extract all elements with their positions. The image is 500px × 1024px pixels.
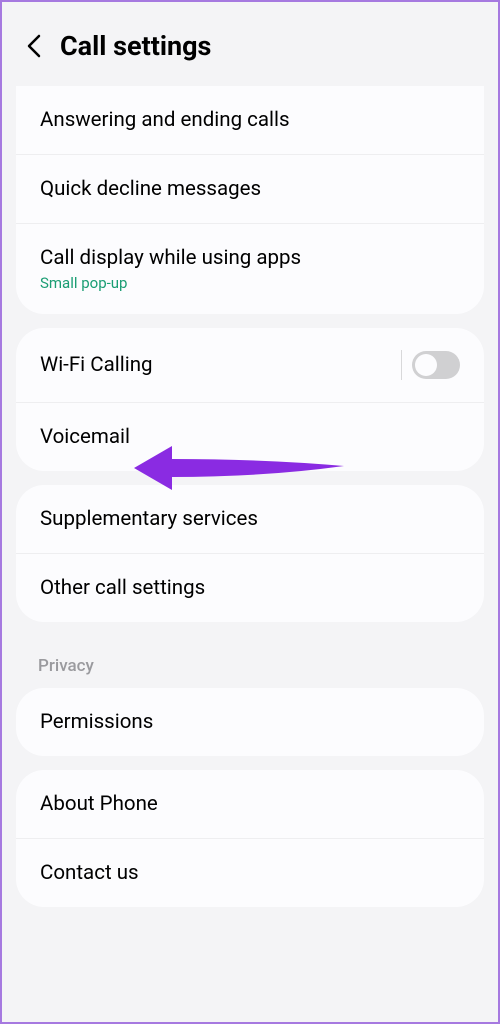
- item-label: Other call settings: [40, 576, 460, 600]
- item-label: Wi-Fi Calling: [40, 353, 153, 377]
- privacy-header: Privacy: [2, 636, 498, 688]
- section-other: Supplementary services Other call settin…: [16, 485, 484, 622]
- item-label: Voicemail: [40, 425, 460, 449]
- section-wifi-voicemail: Wi-Fi Calling Voicemail: [16, 328, 484, 471]
- item-supplementary-services[interactable]: Supplementary services: [16, 485, 484, 554]
- toggle-divider: [401, 350, 402, 380]
- header: Call settings: [2, 2, 498, 86]
- item-answering-ending[interactable]: Answering and ending calls: [16, 86, 484, 155]
- item-about-phone[interactable]: About Phone: [16, 770, 484, 839]
- item-permissions[interactable]: Permissions: [16, 688, 484, 756]
- item-label: Supplementary services: [40, 507, 460, 531]
- toggle-knob: [415, 354, 437, 376]
- item-label: Quick decline messages: [40, 177, 460, 201]
- section-calls: Answering and ending calls Quick decline…: [16, 86, 484, 314]
- item-voicemail[interactable]: Voicemail: [16, 403, 484, 471]
- wifi-calling-toggle[interactable]: [412, 351, 460, 379]
- toggle-group: [401, 350, 460, 380]
- back-icon[interactable]: [26, 33, 42, 59]
- item-contact-us[interactable]: Contact us: [16, 839, 484, 907]
- item-label: About Phone: [40, 792, 460, 816]
- item-label: Call display while using apps: [40, 246, 460, 270]
- section-about: About Phone Contact us: [16, 770, 484, 907]
- item-quick-decline[interactable]: Quick decline messages: [16, 155, 484, 224]
- item-label: Permissions: [40, 710, 460, 734]
- item-call-display[interactable]: Call display while using apps Small pop-…: [16, 224, 484, 314]
- page-title: Call settings: [60, 30, 211, 62]
- item-label: Contact us: [40, 861, 460, 885]
- item-other-call-settings[interactable]: Other call settings: [16, 554, 484, 622]
- item-sublabel: Small pop-up: [40, 274, 460, 292]
- section-privacy: Permissions: [16, 688, 484, 756]
- item-label: Answering and ending calls: [40, 108, 460, 132]
- item-wifi-calling[interactable]: Wi-Fi Calling: [16, 328, 484, 403]
